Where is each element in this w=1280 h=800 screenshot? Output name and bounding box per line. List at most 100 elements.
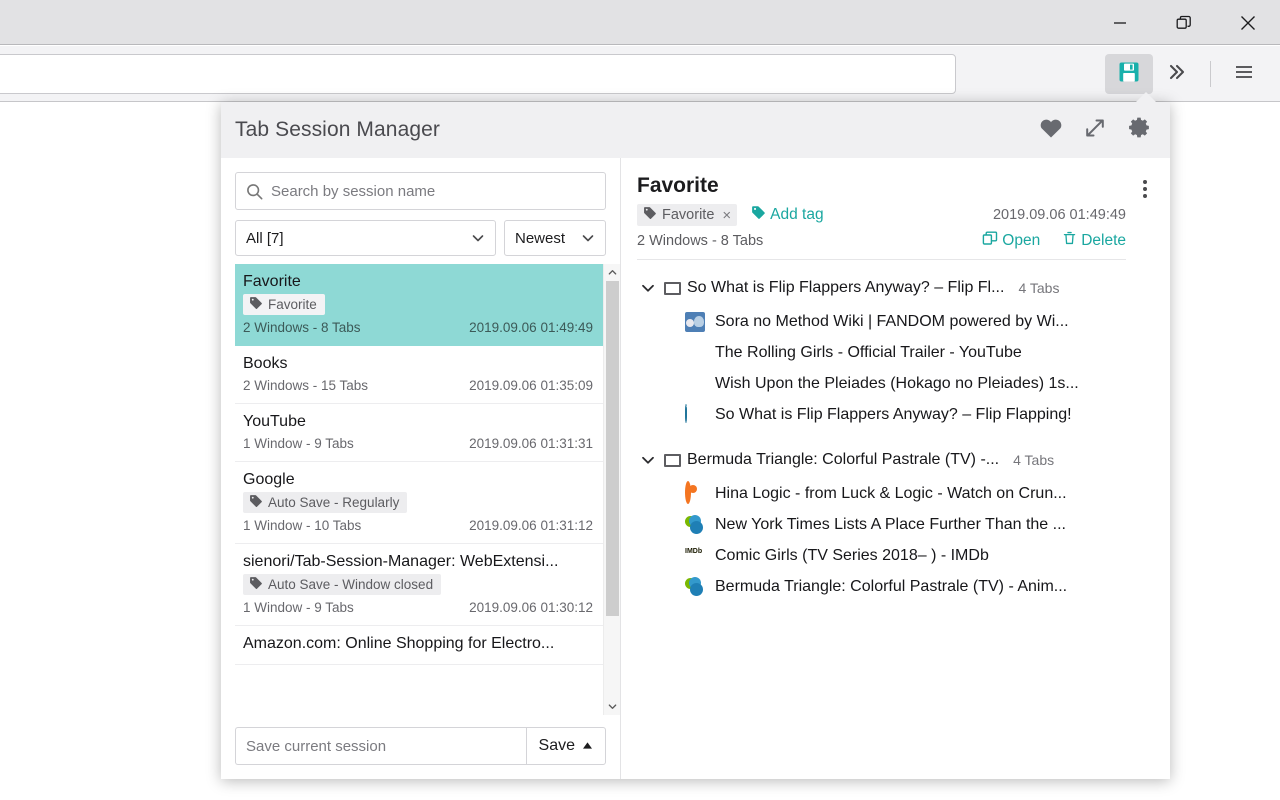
- filter-select[interactable]: All [7]: [235, 220, 496, 256]
- session-meta: 1 Window - 9 Tabs2019.09.06 01:30:12: [243, 598, 593, 617]
- session-date: 2019.09.06 01:30:12: [469, 598, 593, 617]
- session-list-item[interactable]: Favorite Favorite 2 Windows - 8 Tabs 2019.0…: [235, 264, 603, 346]
- tab-row[interactable]: Comic Girls (TV Series 2018– ) - IMDb: [637, 540, 1156, 571]
- delete-session-button[interactable]: Delete: [1062, 230, 1126, 251]
- imdb-icon: [685, 546, 705, 566]
- favorite-filter-button[interactable]: [1038, 117, 1064, 143]
- add-tag-label: Add tag: [770, 206, 823, 224]
- settings-button[interactable]: [1126, 117, 1152, 143]
- dot: [1143, 187, 1147, 191]
- tab-title: Hina Logic - from Luck & Logic - Watch o…: [715, 485, 1067, 503]
- tag-icon: [249, 576, 263, 593]
- tab-row[interactable]: So What is Flip Flappers Anyway? – Flip …: [637, 399, 1156, 430]
- session-more-menu-button[interactable]: [1134, 176, 1156, 202]
- add-tag-button[interactable]: Add tag: [751, 205, 823, 225]
- session-name: Books: [243, 354, 593, 374]
- tab-session-manager-button[interactable]: [1105, 54, 1153, 94]
- address-bar[interactable]: [0, 54, 956, 94]
- session-tag[interactable]: Auto Save - Window closed: [243, 574, 441, 595]
- session-window-tab-count: 2 Windows - 8 Tabs: [243, 318, 361, 337]
- close-icon: [1240, 15, 1256, 31]
- save-session-input[interactable]: [246, 738, 516, 755]
- session-name: Favorite: [243, 272, 593, 292]
- save-session-input-wrap[interactable]: [235, 727, 526, 765]
- expand-arrows-icon: [1084, 117, 1106, 144]
- window-title-bar: [0, 0, 1280, 45]
- tag-icon: [249, 296, 263, 313]
- detail-tag[interactable]: Favorite ×: [637, 204, 737, 226]
- session-window-tab-count: 1 Window - 10 Tabs: [243, 516, 361, 535]
- session-meta: 2 Windows - 8 Tabs 2019.09.06 01:49:49: [243, 318, 593, 337]
- window-row[interactable]: Bermuda Triangle: Colorful Pastrale (TV)…: [637, 444, 1156, 476]
- chevron-down-icon: [581, 231, 595, 245]
- session-name: Amazon.com: Online Shopping for Electro.…: [243, 634, 593, 654]
- session-list-scrollbar[interactable]: [603, 264, 620, 715]
- session-list-panel: All [7] Newest Favorite Favorite 2 Windows…: [221, 158, 621, 779]
- tab-row[interactable]: Bermuda Triangle: Colorful Pastrale (TV)…: [637, 571, 1156, 602]
- popup-body: All [7] Newest Favorite Favorite 2 Windows…: [221, 158, 1170, 779]
- remove-tag-button[interactable]: ×: [722, 207, 731, 224]
- detail-window-tab-count: 2 Windows - 8 Tabs: [637, 233, 763, 249]
- window-icon: [659, 282, 685, 295]
- window-tab-tree: So What is Flip Flappers Anyway? – Flip …: [637, 272, 1156, 616]
- caret-up-icon: [582, 737, 593, 755]
- popup-pointer-arrow: [1134, 92, 1158, 104]
- restore-button[interactable]: [1152, 0, 1216, 45]
- detail-meta-row: 2 Windows - 8 Tabs Open: [637, 230, 1126, 260]
- close-button[interactable]: [1216, 0, 1280, 45]
- search-box[interactable]: [235, 172, 606, 210]
- tab-title: New York Times Lists A Place Further Tha…: [715, 516, 1066, 534]
- tab-row[interactable]: Wish Upon the Pleiades (Hokago no Pleiad…: [637, 368, 1156, 399]
- tab-row[interactable]: The Rolling Girls - Official Trailer - Y…: [637, 337, 1156, 368]
- save-button[interactable]: Save: [526, 727, 606, 765]
- session-date: 2019.09.06 01:49:49: [469, 318, 593, 337]
- popup-header: Tab Session Manager: [221, 102, 1170, 158]
- session-list-item[interactable]: Books2 Windows - 15 Tabs2019.09.06 01:35…: [235, 346, 603, 404]
- tab-row[interactable]: Sora no Method Wiki | FANDOM powered by …: [637, 306, 1156, 337]
- scrollbar-thumb[interactable]: [606, 281, 619, 616]
- session-detail-panel: Favorite Favorite ×: [621, 158, 1170, 779]
- search-input[interactable]: [271, 183, 595, 200]
- overflow-menu-button[interactable]: [1153, 54, 1201, 94]
- tab-row[interactable]: Hina Logic - from Luck & Logic - Watch o…: [637, 478, 1156, 509]
- tab-session-manager-popup: Tab Session Manager: [221, 102, 1170, 779]
- window-tab-count: 4 Tabs: [1013, 452, 1054, 468]
- window-icon: [659, 454, 685, 467]
- window-title: Bermuda Triangle: Colorful Pastrale (TV)…: [687, 451, 999, 469]
- session-tag-label: Favorite: [268, 297, 317, 312]
- minimize-button[interactable]: [1088, 0, 1152, 45]
- tab-row[interactable]: New York Times Lists A Place Further Tha…: [637, 509, 1156, 540]
- window-tab-count: 4 Tabs: [1018, 280, 1059, 296]
- chevron-down-icon: [471, 231, 485, 245]
- session-tag[interactable]: Favorite: [243, 294, 325, 315]
- scroll-down-icon[interactable]: [604, 698, 621, 715]
- scroll-up-icon[interactable]: [604, 264, 621, 281]
- chevron-double-right-icon: [1167, 62, 1187, 87]
- session-name: Google: [243, 470, 593, 490]
- session-tag-label: Auto Save - Window closed: [268, 577, 433, 592]
- search-icon: [246, 183, 263, 200]
- session-date: 2019.09.06 01:31:12: [469, 516, 593, 535]
- session-list-item[interactable]: GoogleAuto Save - Regularly 1 Window - 10…: [235, 462, 603, 544]
- tab-title: Bermuda Triangle: Colorful Pastrale (TV)…: [715, 578, 1067, 596]
- detail-date: 2019.09.06 01:49:49: [993, 207, 1126, 223]
- window-row[interactable]: So What is Flip Flappers Anyway? – Flip …: [637, 272, 1156, 304]
- toolbar-separator: [1210, 61, 1211, 87]
- chevron-down-icon[interactable]: [637, 452, 659, 468]
- sort-select[interactable]: Newest: [504, 220, 606, 256]
- detail-header: Favorite Favorite ×: [637, 172, 1156, 260]
- browser-toolbar: [0, 46, 1280, 102]
- open-in-tab-button[interactable]: [1082, 117, 1108, 143]
- session-list-item[interactable]: Amazon.com: Online Shopping for Electro.…: [235, 626, 603, 665]
- detail-tag-label: Favorite: [662, 207, 714, 223]
- session-list-item[interactable]: YouTube1 Window - 9 Tabs2019.09.06 01:31…: [235, 404, 603, 462]
- app-menu-button[interactable]: [1220, 54, 1268, 94]
- window-group: Bermuda Triangle: Colorful Pastrale (TV)…: [637, 444, 1156, 602]
- popup-header-actions: [1038, 117, 1152, 143]
- popup-title: Tab Session Manager: [235, 118, 440, 142]
- session-list-item[interactable]: sienori/Tab-Session-Manager: WebExtensi.…: [235, 544, 603, 626]
- session-tag[interactable]: Auto Save - Regularly: [243, 492, 407, 513]
- chevron-down-icon[interactable]: [637, 280, 659, 296]
- open-session-button[interactable]: Open: [982, 230, 1040, 251]
- save-session-bar: Save: [221, 715, 620, 779]
